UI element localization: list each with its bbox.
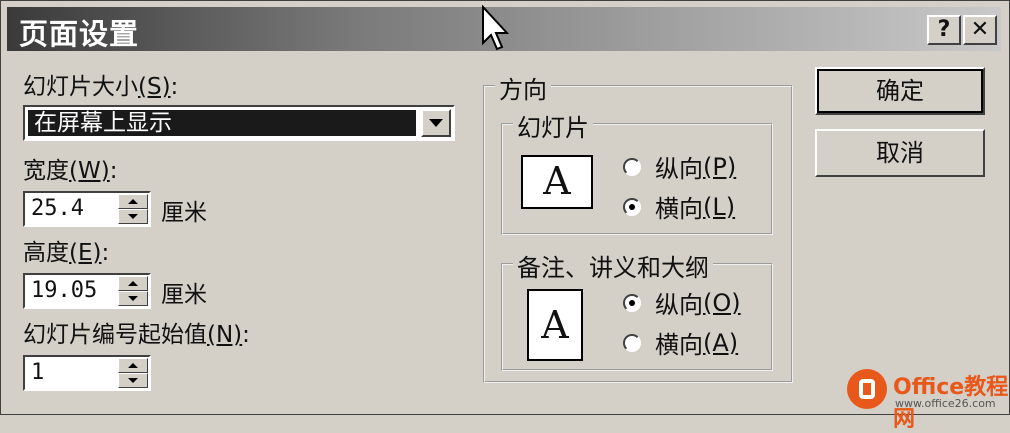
arrow-up-icon — [128, 363, 138, 368]
height-spin-buttons[interactable] — [118, 276, 148, 306]
page-setup-dialog: 页面设置 ? ✕ 幻灯片大小(S): 在屏幕上显示 宽度(W): 25.4 厘米… — [0, 0, 1010, 432]
slide-size-combobox[interactable]: 在屏幕上显示 — [23, 105, 455, 141]
radio-button[interactable] — [623, 157, 641, 176]
arrow-down-icon — [128, 296, 138, 301]
notes-orientation-group: 备注、讲义和大纲 A 纵向 (O) 横向 (A) — [501, 248, 773, 371]
slides-orientation-group: 幻灯片 A 纵向 (P) 横向 (L) — [501, 108, 773, 235]
spin-up-button[interactable] — [118, 194, 148, 209]
numbering-label: 幻灯片编号起始值(N): — [23, 322, 250, 348]
spin-down-button[interactable] — [118, 373, 148, 388]
mouse-pointer-icon — [482, 5, 510, 51]
width-spinner[interactable]: 25.4 — [23, 191, 151, 227]
numbering-value[interactable]: 1 — [31, 360, 44, 385]
orientation-group: 方向 幻灯片 A 纵向 (P) 横向 (L) 备注、讲义和大纲 A 纵向 (O) 横向… — [483, 70, 793, 383]
height-label: 高度(E): — [23, 240, 110, 266]
close-button[interactable]: ✕ — [963, 15, 997, 45]
notes-portrait-radio[interactable]: 纵向 (O) — [623, 285, 741, 320]
portrait-page-icon: A — [527, 289, 583, 361]
arrow-down-icon — [128, 214, 138, 219]
height-value[interactable]: 19.05 — [31, 278, 97, 303]
help-button[interactable]: ? — [927, 15, 961, 45]
width-label: 宽度(W): — [23, 158, 118, 184]
slides-landscape-radio[interactable]: 横向 (L) — [623, 189, 735, 224]
width-value[interactable]: 25.4 — [31, 196, 84, 221]
arrow-up-icon — [128, 281, 138, 286]
radio-button-selected[interactable] — [623, 293, 641, 312]
numbering-spin-buttons[interactable] — [118, 358, 148, 388]
notes-group-title: 备注、讲义和大纲 — [513, 248, 713, 283]
slide-size-label: 幻灯片大小(S): — [23, 74, 179, 100]
ok-button[interactable]: 确定 — [815, 67, 985, 115]
office-logo-icon — [847, 369, 887, 409]
watermark-logo: Office教程网 www.office26.com — [843, 363, 1010, 432]
orientation-group-title: 方向 — [495, 70, 551, 105]
dropdown-button[interactable] — [421, 109, 451, 137]
landscape-page-icon: A — [521, 155, 593, 209]
slides-group-title: 幻灯片 — [513, 108, 593, 143]
slides-portrait-radio[interactable]: 纵向 (P) — [623, 149, 736, 184]
arrow-down-icon — [128, 378, 138, 383]
height-unit: 厘米 — [161, 282, 207, 308]
spin-up-button[interactable] — [118, 358, 148, 373]
dialog-title: 页面设置 — [19, 17, 140, 51]
spin-up-button[interactable] — [118, 276, 148, 291]
width-spin-buttons[interactable] — [118, 194, 148, 224]
radio-button-selected[interactable] — [623, 197, 641, 216]
watermark-url: www.office26.com — [895, 397, 996, 410]
width-unit: 厘米 — [161, 200, 207, 226]
radio-button[interactable] — [623, 333, 641, 352]
notes-landscape-radio[interactable]: 横向 (A) — [623, 325, 738, 360]
chevron-down-icon — [429, 119, 443, 127]
cancel-button[interactable]: 取消 — [815, 129, 985, 177]
spin-down-button[interactable] — [118, 291, 148, 306]
arrow-up-icon — [128, 199, 138, 204]
height-spinner[interactable]: 19.05 — [23, 273, 151, 309]
numbering-spinner[interactable]: 1 — [23, 355, 151, 391]
slide-size-selected: 在屏幕上显示 — [27, 109, 417, 137]
spin-down-button[interactable] — [118, 209, 148, 224]
